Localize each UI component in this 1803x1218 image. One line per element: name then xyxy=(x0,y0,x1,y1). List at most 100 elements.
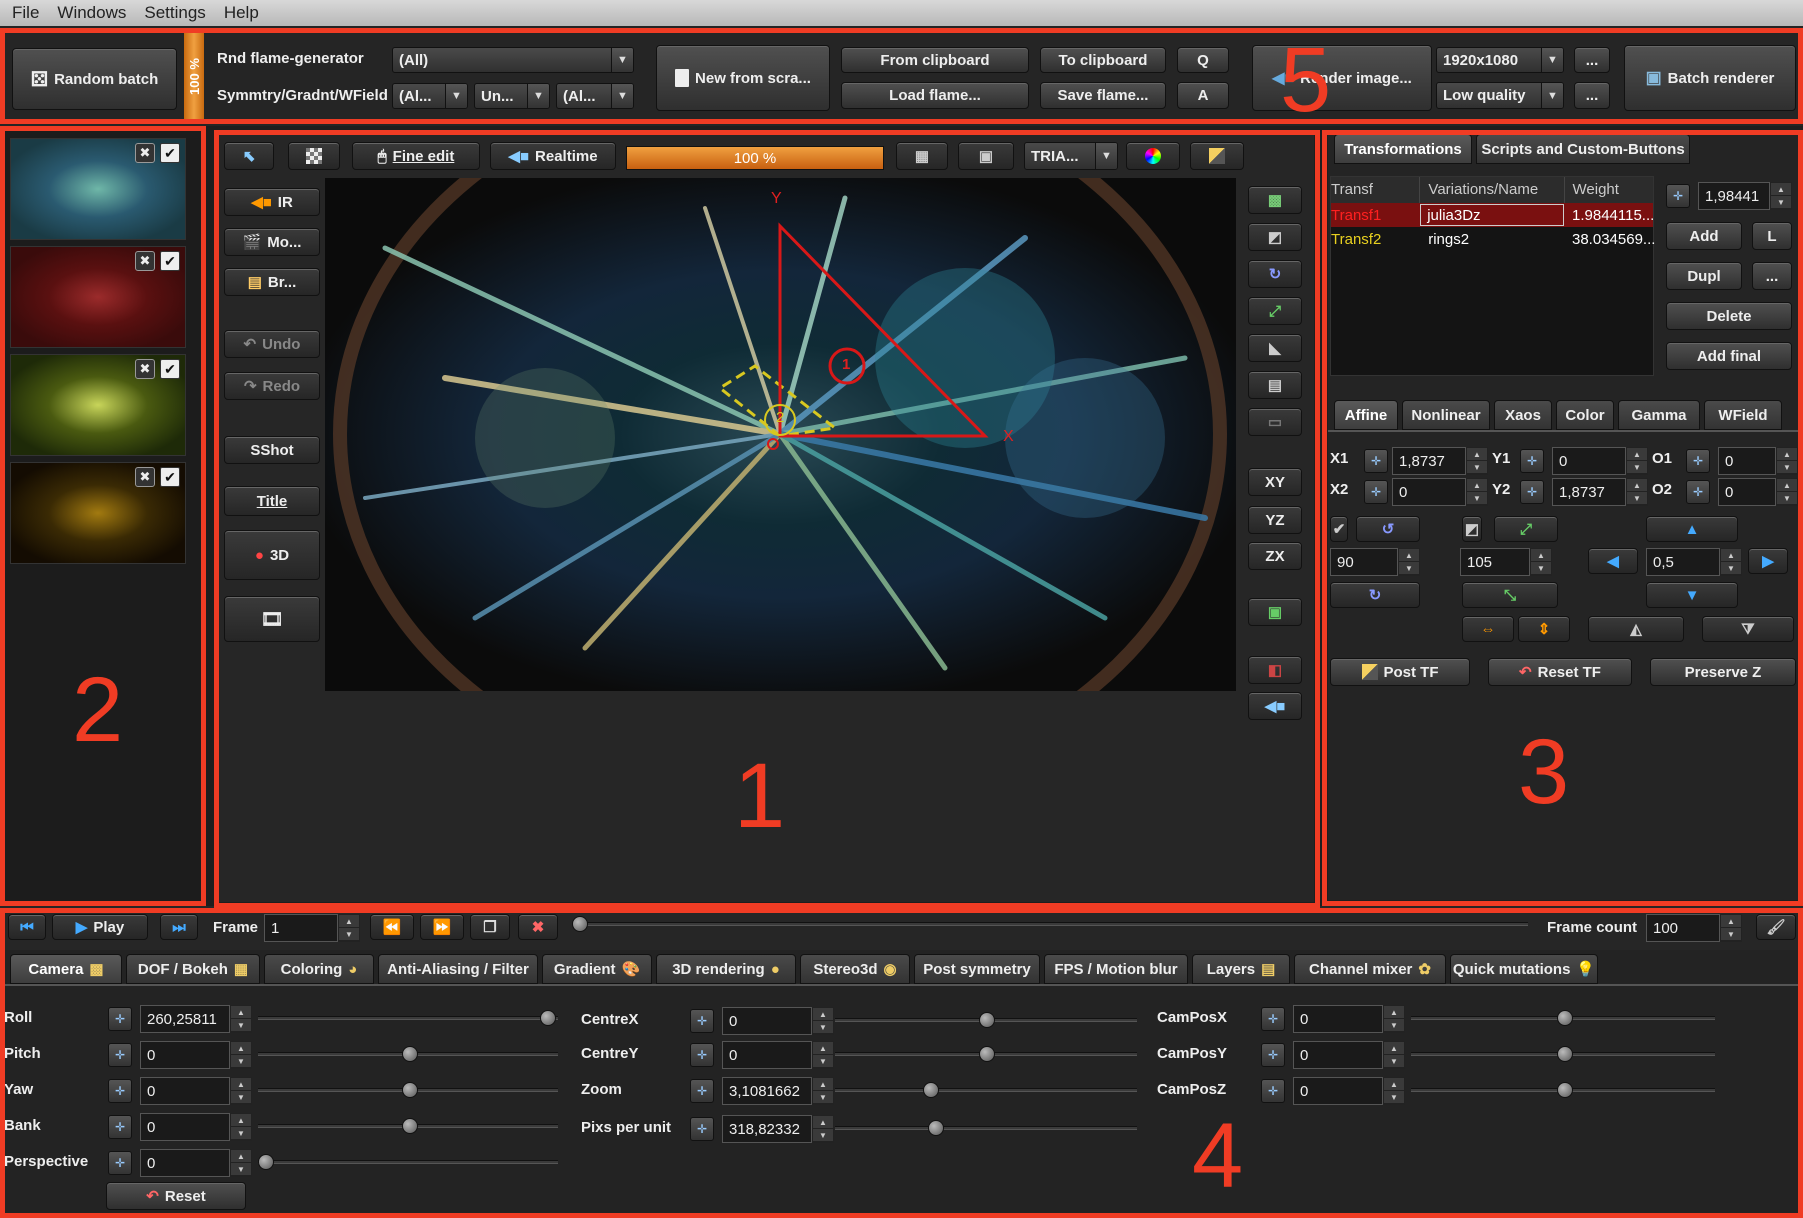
weight-reset-button[interactable]: ✛ xyxy=(1666,184,1690,208)
close-icon[interactable]: ✖ xyxy=(135,143,155,163)
camera-pitch-field[interactable]: 0 ▲ ▼ xyxy=(140,1041,252,1069)
affine-x2-field[interactable]: 0 ▲ ▼ xyxy=(1392,478,1488,506)
camera-camposy-slider-knob[interactable] xyxy=(1557,1046,1573,1062)
checkbox-icon[interactable]: ✔ xyxy=(160,467,180,487)
rotate-left-button[interactable]: ↺ xyxy=(1356,516,1420,542)
camera-perspective-slider-knob[interactable] xyxy=(258,1154,274,1170)
camera-perspective-field[interactable]: 0 ▲ ▼ xyxy=(140,1149,252,1177)
camera-perspective-reset[interactable]: ✛ xyxy=(108,1151,132,1175)
camera-zoom-field[interactable]: 3,1081662 ▲ ▼ xyxy=(722,1077,834,1105)
camera-pix-slider[interactable] xyxy=(835,1120,1137,1136)
camera-bank-field-spinner[interactable]: ▲ ▼ xyxy=(230,1113,252,1141)
side-tool-button[interactable]: ◧ xyxy=(1248,656,1302,684)
more-transform-button[interactable]: ... xyxy=(1752,262,1792,290)
motion-button[interactable]: 🎬 Mo... xyxy=(224,228,320,256)
menu-windows[interactable]: Windows xyxy=(57,3,126,23)
title-button[interactable]: Title xyxy=(224,486,320,516)
weight-field[interactable]: 1,98441 ▲ ▼ xyxy=(1698,182,1792,210)
affine-x1-reset[interactable]: ✛ xyxy=(1364,449,1388,473)
camera-roll-field[interactable]: 260,25811 ▲ ▼ xyxy=(140,1005,252,1033)
rewind-button[interactable]: ⏪ xyxy=(370,914,414,940)
symmetry-select[interactable]: (Al... ▼ xyxy=(392,83,468,109)
tab-post-symmetry[interactable]: Post symmetry xyxy=(914,954,1040,984)
camera-camposx-slider-knob[interactable] xyxy=(1557,1010,1573,1026)
scale-field[interactable]: 105 ▲ ▼ xyxy=(1460,548,1552,576)
affine-y2-field-spinner[interactable]: ▲ ▼ xyxy=(1626,478,1648,506)
render-image-button[interactable]: ◀■ Render image... xyxy=(1252,45,1432,111)
scale-up-button[interactable]: ⤢ xyxy=(1494,516,1558,542)
move-right-button[interactable]: ▶ xyxy=(1748,548,1788,574)
side-tool-button[interactable]: ▣ xyxy=(1248,598,1302,626)
tab-layers[interactable]: Layers ▤ xyxy=(1192,954,1290,984)
resolution-select[interactable]: 1920x1080 ▼ xyxy=(1436,47,1564,73)
side-tool-button[interactable]: ⤢ xyxy=(1248,297,1302,325)
camera-reset-button[interactable]: ↶ Reset xyxy=(106,1182,246,1210)
tab-3d-rendering[interactable]: 3D rendering ● xyxy=(656,954,796,984)
scale-field-spinner[interactable]: ▲ ▼ xyxy=(1530,548,1552,576)
thumbnail[interactable]: ✖ ✔ xyxy=(10,354,186,456)
camera-centrex-slider[interactable] xyxy=(835,1012,1137,1028)
timeline-slider-knob[interactable] xyxy=(572,916,588,932)
tab-quick-mutations[interactable]: Quick mutations 💡 xyxy=(1450,954,1598,984)
move-left-button[interactable]: ◀ xyxy=(1588,548,1638,574)
axis-yz-button[interactable]: YZ xyxy=(1248,506,1302,534)
move-up-button[interactable]: ▲ xyxy=(1646,516,1738,542)
batch-renderer-button[interactable]: ▣ Batch renderer xyxy=(1624,45,1796,111)
table-row[interactable]: Transf2 rings2 38.034569... xyxy=(1331,227,1655,251)
affine-y2-field[interactable]: 1,8737 ▲ ▼ xyxy=(1552,478,1648,506)
brush-button[interactable]: 🖌 xyxy=(1756,914,1796,940)
copy-frame-button[interactable]: ❐ xyxy=(470,914,510,940)
scale-check-button[interactable]: ◩ xyxy=(1462,516,1482,542)
flame-preview[interactable]: Y X 1 2 xyxy=(325,178,1236,691)
affine-x1-field[interactable]: 1,8737 ▲ ▼ xyxy=(1392,447,1488,475)
camera-pix-slider-knob[interactable] xyxy=(928,1120,944,1136)
camera-camposz-slider-knob[interactable] xyxy=(1557,1082,1573,1098)
thumbnail[interactable]: ✖ ✔ xyxy=(10,246,186,348)
random-batch-button[interactable]: ⚄ Random batch xyxy=(12,48,177,110)
camera-pitch-slider-knob[interactable] xyxy=(402,1046,418,1062)
tab-gradient[interactable]: Gradient 🎨 xyxy=(542,954,652,984)
camera-zoom-reset[interactable]: ✛ xyxy=(690,1079,714,1103)
close-icon[interactable]: ✖ xyxy=(135,359,155,379)
camera-centrex-reset[interactable]: ✛ xyxy=(690,1009,714,1033)
camera-camposz-field[interactable]: 0 ▲ ▼ xyxy=(1293,1077,1405,1105)
checker-button[interactable] xyxy=(288,142,340,170)
tab-nonlinear[interactable]: Nonlinear xyxy=(1402,400,1490,430)
affine-x1-field-spinner[interactable]: ▲ ▼ xyxy=(1466,447,1488,475)
affine-y1-reset[interactable]: ✛ xyxy=(1520,449,1544,473)
camera-camposx-reset[interactable]: ✛ xyxy=(1261,1007,1285,1031)
add-transform-button[interactable]: Add xyxy=(1666,222,1742,250)
side-tool-button[interactable]: ◣ xyxy=(1248,334,1302,362)
frame-button[interactable]: ▣ xyxy=(958,142,1014,170)
rnd-generator-select[interactable]: (All) ▼ xyxy=(392,47,634,73)
table-row[interactable]: Transf1 julia3Dz 1.9844115... xyxy=(1331,203,1654,227)
camera-roll-slider-knob[interactable] xyxy=(540,1010,556,1026)
tab-color[interactable]: Color xyxy=(1556,400,1614,430)
camera-centrex-field[interactable]: 0 ▲ ▼ xyxy=(722,1007,834,1035)
grid-button[interactable]: ▦ xyxy=(896,142,948,170)
thumbnail[interactable]: ✖ ✔ xyxy=(10,138,186,240)
close-icon[interactable]: ✖ xyxy=(135,251,155,271)
fine-edit-button[interactable]: 🖱 Fine edit xyxy=(352,142,480,170)
camera-camposx-slider[interactable] xyxy=(1411,1010,1715,1026)
camera-centrex-slider-knob[interactable] xyxy=(979,1012,995,1028)
camera-camposx-field-spinner[interactable]: ▲ ▼ xyxy=(1383,1005,1405,1033)
camera-yaw-field-spinner[interactable]: ▲ ▼ xyxy=(230,1077,252,1105)
scale-down-button[interactable]: ⤡ xyxy=(1462,582,1558,608)
camera-perspective-slider[interactable] xyxy=(258,1154,558,1170)
camera-camposy-reset[interactable]: ✛ xyxy=(1261,1043,1285,1067)
to-clipboard-button[interactable]: To clipboard xyxy=(1040,47,1166,73)
camera-perspective-field-spinner[interactable]: ▲ ▼ xyxy=(230,1149,252,1177)
mirror-x-button[interactable]: ◭ xyxy=(1588,616,1684,642)
camera-yaw-field[interactable]: 0 ▲ ▼ xyxy=(140,1077,252,1105)
camera-pitch-reset[interactable]: ✛ xyxy=(108,1043,132,1067)
quality-more-button[interactable]: ... xyxy=(1574,82,1610,109)
play-button[interactable]: ▶ Play xyxy=(52,914,148,940)
camera-pitch-field-spinner[interactable]: ▲ ▼ xyxy=(230,1041,252,1069)
move-field-spinner[interactable]: ▲ ▼ xyxy=(1720,548,1742,576)
tab-xaos[interactable]: Xaos xyxy=(1494,400,1552,430)
side-tool-button[interactable]: ◀■ xyxy=(1248,692,1302,720)
timeline-slider[interactable] xyxy=(572,916,1528,932)
camera-centrey-field-spinner[interactable]: ▲ ▼ xyxy=(812,1041,834,1069)
menu-help[interactable]: Help xyxy=(224,3,259,23)
